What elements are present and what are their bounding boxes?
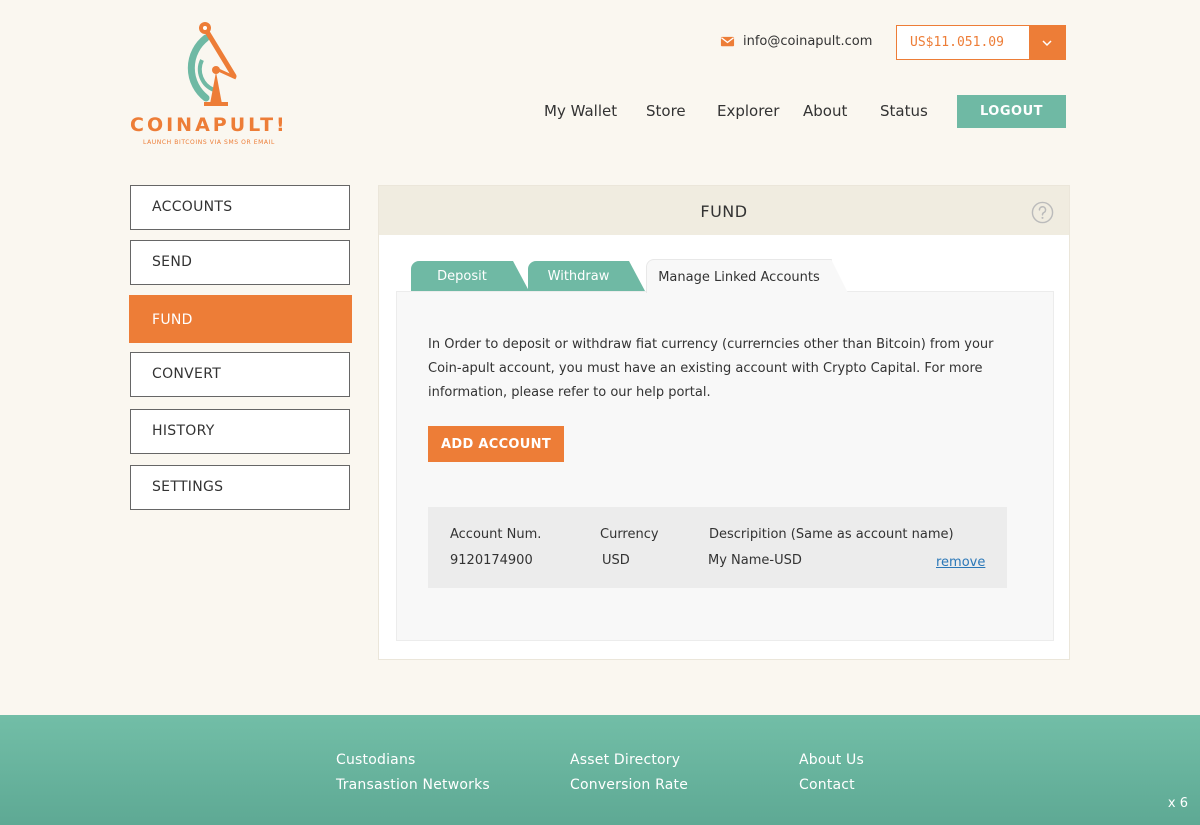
tab-withdraw[interactable]: Withdraw bbox=[528, 261, 645, 291]
logo-tagline: LAUNCH BITCOINS VIA SMS OR EMAIL bbox=[143, 139, 275, 146]
footer-link-transastion-networks[interactable]: Transastion Networks bbox=[336, 777, 490, 793]
column-header-account-num: Account Num. bbox=[450, 527, 542, 542]
footer-link-asset-directory[interactable]: Asset Directory bbox=[570, 752, 680, 768]
sidebar-item-send[interactable]: SEND bbox=[130, 240, 350, 285]
logo-wordmark: COINAPULT! bbox=[130, 114, 288, 136]
balance-dropdown-toggle[interactable] bbox=[1029, 26, 1065, 59]
help-question-icon[interactable] bbox=[1031, 201, 1054, 224]
panel-title: FUND bbox=[700, 202, 748, 221]
catapult-logo-icon bbox=[187, 22, 237, 106]
fund-panel: FUND Deposit Withdraw Manage Linked Acco… bbox=[378, 185, 1070, 660]
nav-explorer[interactable]: Explorer bbox=[717, 102, 779, 120]
sidebar-item-history[interactable]: HISTORY bbox=[130, 409, 350, 454]
coinapult-logo[interactable]: COINAPULT! LAUNCH BITCOINS VIA SMS OR EM… bbox=[130, 20, 300, 150]
column-header-description: Descripition (Same as account name) bbox=[709, 527, 954, 542]
table-cell-currency: USD bbox=[602, 553, 630, 568]
sidebar-item-settings[interactable]: SETTINGS bbox=[130, 465, 350, 510]
info-text: In Order to deposit or withdraw fiat cur… bbox=[428, 337, 994, 400]
nav-my-wallet[interactable]: My Wallet bbox=[544, 102, 617, 120]
footer-link-about-us[interactable]: About Us bbox=[799, 752, 864, 768]
tab-content: In Order to deposit or withdraw fiat cur… bbox=[396, 291, 1054, 641]
sidebar-item-accounts[interactable]: ACCOUNTS bbox=[130, 185, 350, 230]
footer-link-custodians[interactable]: Custodians bbox=[336, 752, 416, 768]
tab-deposit[interactable]: Deposit bbox=[411, 261, 529, 291]
contact-email-text: info@coinapult.com bbox=[743, 34, 873, 49]
footer-link-conversion-rate[interactable]: Conversion Rate bbox=[570, 777, 688, 793]
footer-link-contact[interactable]: Contact bbox=[799, 777, 855, 793]
tab-manage-linked-accounts[interactable]: Manage Linked Accounts bbox=[646, 259, 848, 293]
logout-button[interactable]: LOGOUT bbox=[957, 95, 1066, 128]
sidebar-item-convert[interactable]: CONVERT bbox=[130, 352, 350, 397]
nav-about[interactable]: About bbox=[803, 102, 847, 120]
chevron-down-icon bbox=[1042, 39, 1052, 46]
envelope-icon bbox=[720, 36, 735, 47]
nav-status[interactable]: Status bbox=[880, 102, 928, 120]
balance-value: US$11.051.09 bbox=[910, 35, 1004, 50]
table-cell-account-num: 9120174900 bbox=[450, 553, 533, 568]
linked-accounts-table: Account Num. Currency Descripition (Same… bbox=[428, 507, 1007, 588]
nav-store[interactable]: Store bbox=[646, 102, 686, 120]
table-cell-description: My Name-USD bbox=[708, 553, 802, 568]
zoom-indicator: x 6 bbox=[1167, 796, 1188, 811]
panel-header: FUND bbox=[379, 186, 1069, 235]
footer: Custodians Transastion Networks Asset Di… bbox=[0, 715, 1200, 825]
column-header-currency: Currency bbox=[600, 527, 659, 542]
balance-selector[interactable]: US$11.051.09 bbox=[896, 25, 1066, 60]
remove-link[interactable]: remove bbox=[936, 555, 985, 570]
add-account-button[interactable]: ADD ACCOUNT bbox=[428, 426, 564, 462]
sidebar-item-fund[interactable]: FUND bbox=[129, 295, 352, 343]
contact-email[interactable]: info@coinapult.com bbox=[720, 34, 872, 49]
